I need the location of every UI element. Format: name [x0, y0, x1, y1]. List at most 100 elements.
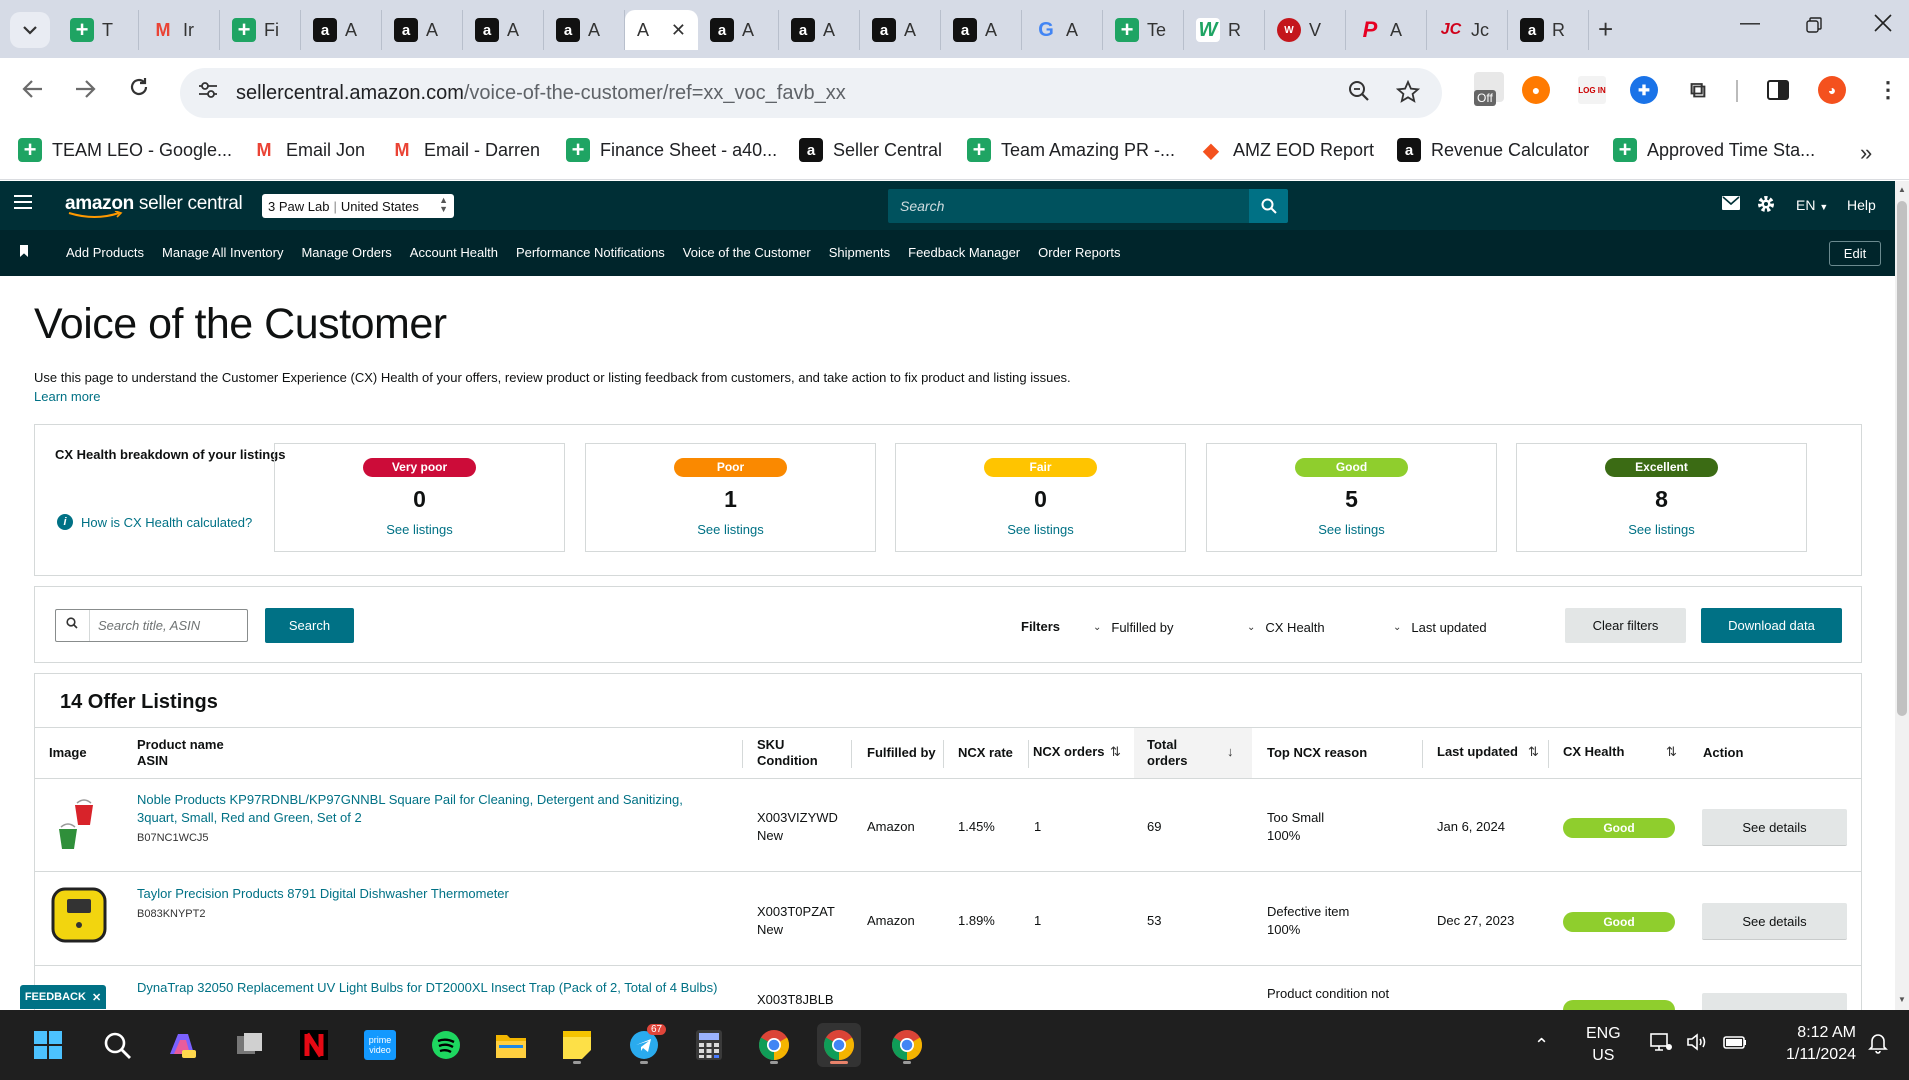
- bookmark-item[interactable]: + Team Amazing PR -...: [967, 137, 1175, 162]
- profile-avatar[interactable]: ◕: [1818, 76, 1846, 104]
- forward-button[interactable]: [74, 78, 96, 106]
- zoom-icon[interactable]: [1348, 80, 1370, 108]
- browser-tab-active[interactable]: A ✕: [625, 10, 698, 50]
- browser-tab[interactable]: aR: [1508, 10, 1589, 50]
- listing-search-input[interactable]: [92, 612, 242, 639]
- product-title-line[interactable]: Noble Products KP97RDNBL/KP97GNNBL Squar…: [137, 792, 683, 807]
- calculator-icon[interactable]: [687, 1023, 731, 1067]
- browser-tab[interactable]: aA: [860, 10, 941, 50]
- sc-search-button[interactable]: [1249, 189, 1288, 223]
- bookmark-item[interactable]: M Email Jon: [252, 138, 366, 162]
- bookmark-item[interactable]: a Revenue Calculator: [1397, 138, 1589, 162]
- sort-updown-icon[interactable]: ⇅: [1666, 744, 1677, 760]
- shortcut-link[interactable]: Feedback Manager: [908, 245, 1020, 260]
- download-data-button[interactable]: Download data: [1701, 608, 1842, 643]
- col-product-name[interactable]: Product name ASIN: [137, 728, 224, 778]
- clock[interactable]: 8:12 AM 1/11/2024: [1770, 1022, 1856, 1066]
- browser-tab[interactable]: WR: [1184, 10, 1265, 50]
- volume-icon[interactable]: [1686, 1032, 1710, 1059]
- task-view-icon[interactable]: [228, 1023, 272, 1067]
- chrome-icon[interactable]: [885, 1023, 929, 1067]
- cx-health-help-link[interactable]: i How is CX Health calculated?: [57, 514, 252, 530]
- chrome-icon[interactable]: [817, 1023, 861, 1067]
- see-listings-link[interactable]: See listings: [586, 522, 875, 537]
- filter-dropdown[interactable]: ⌄ Last updated: [1393, 620, 1487, 635]
- see-listings-link[interactable]: See listings: [1207, 522, 1496, 537]
- settings-gear-icon[interactable]: [1757, 195, 1775, 218]
- see-details-button[interactable]: [1702, 993, 1847, 1010]
- language-selector[interactable]: EN ▼: [1796, 197, 1828, 213]
- listing-search-button[interactable]: Search: [265, 608, 354, 643]
- filter-dropdown[interactable]: ⌄ CX Health: [1247, 620, 1325, 635]
- start-icon[interactable]: [26, 1023, 70, 1067]
- see-details-button[interactable]: See details: [1702, 809, 1847, 846]
- address-bar[interactable]: sellercentral.amazon.com/voice-of-the-cu…: [180, 68, 1442, 118]
- file-explorer-icon[interactable]: [489, 1023, 533, 1067]
- shortcut-link[interactable]: Voice of the Customer: [683, 245, 811, 260]
- browser-tab[interactable]: JC Jc: [1427, 10, 1508, 50]
- product-title-link[interactable]: Noble Products KP97RDNBL/KP97GNNBL Squar…: [137, 791, 727, 847]
- shortcut-link[interactable]: Performance Notifications: [516, 245, 665, 260]
- browser-tab[interactable]: WV: [1265, 10, 1346, 50]
- edit-shortcuts-button[interactable]: Edit: [1829, 241, 1881, 266]
- scroll-down-icon[interactable]: ▼: [1898, 995, 1906, 1004]
- page-scrollbar[interactable]: ▲ ▼: [1895, 181, 1909, 1010]
- col-top-ncx-reason[interactable]: Top NCX reason: [1267, 728, 1367, 778]
- shortcut-link[interactable]: Add Products: [66, 245, 144, 260]
- tab-search-button[interactable]: [10, 12, 50, 48]
- product-title-line[interactable]: DynaTrap 32050 Replacement UV Light Bulb…: [137, 980, 718, 995]
- clear-filters-button[interactable]: Clear filters: [1565, 608, 1686, 643]
- scroll-up-icon[interactable]: ▲: [1898, 185, 1906, 194]
- sc-search-input[interactable]: Search: [888, 189, 1249, 223]
- hamburger-menu-icon[interactable]: [14, 195, 32, 213]
- reload-button[interactable]: [128, 76, 150, 105]
- new-tab-button[interactable]: +: [1598, 14, 1613, 45]
- col-last-updated[interactable]: Last updated: [1437, 744, 1518, 760]
- bookmark-star-icon[interactable]: [1395, 79, 1421, 110]
- browser-tab[interactable]: aA: [544, 10, 625, 50]
- help-link[interactable]: Help: [1847, 197, 1876, 213]
- more-bookmarks-icon[interactable]: »: [1860, 140, 1872, 166]
- browser-tab[interactable]: + T: [58, 10, 139, 50]
- product-title-link[interactable]: DynaTrap 32050 Replacement UV Light Bulb…: [137, 979, 727, 999]
- plus-extension-icon[interactable]: ✚: [1630, 76, 1658, 104]
- col-ncx-rate[interactable]: NCX rate: [958, 728, 1013, 778]
- back-button[interactable]: [22, 78, 44, 106]
- input-language[interactable]: ENG US: [1586, 1023, 1621, 1067]
- browser-tab[interactable]: aA: [779, 10, 860, 50]
- shortcut-link[interactable]: Shipments: [829, 245, 890, 260]
- seller-central-logo[interactable]: amazon seller central: [65, 193, 243, 218]
- see-listings-link[interactable]: See listings: [275, 522, 564, 537]
- minimize-button[interactable]: —: [1740, 12, 1760, 35]
- col-fulfilled-by[interactable]: Fulfilled by: [867, 728, 936, 778]
- extensions-puzzle-icon[interactable]: ⧉: [1684, 76, 1712, 104]
- sort-updown-icon[interactable]: ⇅: [1110, 744, 1121, 760]
- col-sku[interactable]: SKU Condition: [757, 728, 818, 778]
- browser-tab[interactable]: M Ir: [139, 10, 220, 50]
- tray-chevron-icon[interactable]: ⌃: [1534, 1034, 1549, 1056]
- shortcut-link[interactable]: Order Reports: [1038, 245, 1120, 260]
- shortcut-link[interactable]: Account Health: [410, 245, 498, 260]
- product-title-line[interactable]: Taylor Precision Products 8791 Digital D…: [137, 886, 509, 901]
- battery-icon[interactable]: [1722, 1032, 1748, 1059]
- browser-tab[interactable]: + Fi: [220, 10, 301, 50]
- product-title-line[interactable]: 3quart, Small, Red and Green, Set of 2: [137, 810, 362, 825]
- browser-tab[interactable]: aA: [463, 10, 544, 50]
- see-details-button[interactable]: See details: [1702, 903, 1847, 940]
- bookmark-item[interactable]: ◆ AMZ EOD Report: [1199, 138, 1374, 162]
- bookmark-item[interactable]: a Seller Central: [799, 138, 942, 162]
- restore-button[interactable]: [1806, 16, 1822, 39]
- sticky-notes-icon[interactable]: [555, 1023, 599, 1067]
- mail-icon[interactable]: [1722, 196, 1740, 215]
- shortcut-link[interactable]: Manage All Inventory: [162, 245, 283, 260]
- netflix-icon[interactable]: [292, 1023, 336, 1067]
- product-title-link[interactable]: Taylor Precision Products 8791 Digital D…: [137, 885, 727, 923]
- browser-tab[interactable]: GA: [1022, 10, 1103, 50]
- see-listings-link[interactable]: See listings: [896, 522, 1185, 537]
- browser-tab[interactable]: aA: [301, 10, 382, 50]
- browser-tab[interactable]: aA: [941, 10, 1022, 50]
- product-image-thermometer[interactable]: [51, 887, 107, 948]
- close-tab-icon[interactable]: ✕: [671, 20, 686, 41]
- bookmark-item[interactable]: + Approved Time Sta...: [1613, 137, 1815, 162]
- learn-more-link[interactable]: Learn more: [34, 389, 100, 404]
